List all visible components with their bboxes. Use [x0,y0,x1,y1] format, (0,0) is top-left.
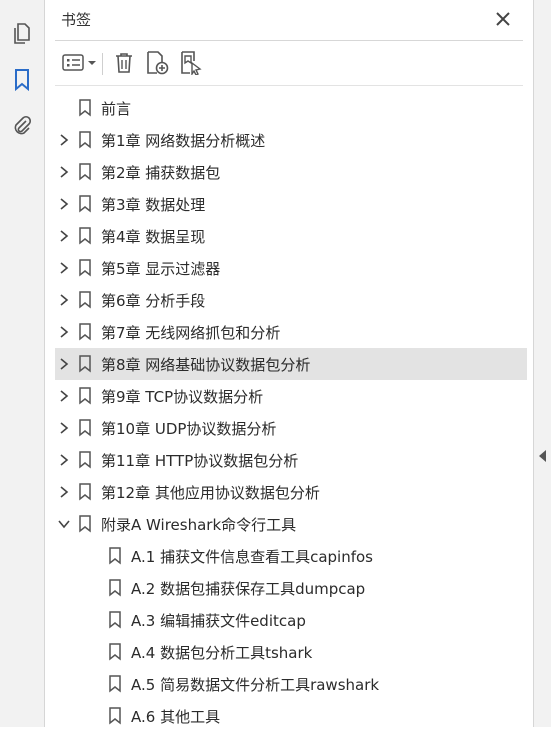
bookmark-label: 第7章 无线网络抓包和分析 [101,324,281,342]
bookmark-item[interactable]: 附录A Wireshark命令行工具 [45,508,533,540]
bookmark-icon [79,419,91,437]
bookmark-item[interactable]: 第10章 UDP协议数据分析 [45,412,533,444]
panel-title: 书签 [61,11,92,29]
bookmark-item[interactable]: 第1章 网络数据分析概述 [45,124,533,156]
bookmark-icon [79,259,91,277]
bookmark-item[interactable]: 第9章 TCP协议数据分析 [45,380,533,412]
bookmark-label: 第5章 显示过滤器 [101,260,221,278]
bookmark-icon [79,387,91,405]
bookmark-label: 第11章 HTTP协议数据包分析 [101,452,299,470]
bookmark-icon [109,675,121,693]
pages-icon[interactable] [8,20,36,48]
navigation-rail [0,0,45,727]
bookmark-item[interactable]: A.5 简易数据文件分析工具rawshark [45,668,533,700]
bookmark-label: A.5 简易数据文件分析工具rawshark [131,676,380,694]
attachments-icon[interactable] [8,112,36,140]
delete-bookmark-icon[interactable] [111,50,137,76]
bookmarks-toolbar [55,40,523,86]
chevron-right-icon[interactable] [57,293,71,307]
bookmark-label: A.2 数据包捕获保存工具dumpcap [131,580,366,598]
bookmark-icon [79,195,91,213]
bookmark-label: 第6章 分析手段 [101,292,206,310]
bookmark-label: 第9章 TCP协议数据分析 [101,388,264,406]
bookmark-item[interactable]: A.1 捕获文件信息查看工具capinfos [45,540,533,572]
bookmark-icon [79,291,91,309]
new-bookmark-icon[interactable] [143,50,171,76]
bookmark-icon [109,643,121,661]
bookmark-label: 第3章 数据处理 [101,196,206,214]
bookmark-item[interactable]: 第11章 HTTP协议数据包分析 [45,444,533,476]
chevron-right-icon[interactable] [57,325,71,339]
bookmark-label: 第4章 数据呈现 [101,228,206,246]
bookmark-icon [79,451,91,469]
bookmark-icon [109,707,121,725]
chevron-right-icon[interactable] [57,197,71,211]
right-pane-splitter[interactable] [533,0,551,727]
bookmarks-panel: 书签 前言 第1章 网络数据分析概述 第2章 捕获数据包 第3章 数据处理 第4… [45,0,533,727]
bookmark-label: 第12章 其他应用协议数据包分析 [101,484,320,502]
bookmark-icon [79,163,91,181]
chevron-right-icon[interactable] [57,357,71,371]
chevron-down-icon[interactable] [57,517,71,531]
bookmark-icon [79,323,91,341]
bookmark-item[interactable]: A.6 其他工具 [45,700,533,732]
bookmark-item[interactable]: 第8章 网络基础协议数据包分析 [45,348,533,380]
bookmark-item[interactable]: 第4章 数据呈现 [45,220,533,252]
bookmark-icon [109,579,121,597]
bookmark-label: 附录A Wireshark命令行工具 [101,516,297,534]
bookmark-item[interactable]: A.2 数据包捕获保存工具dumpcap [45,572,533,604]
bookmark-item[interactable]: A.4 数据包分析工具tshark [45,636,533,668]
options-menu-icon[interactable] [61,50,99,76]
bookmark-item[interactable]: 前言 [45,92,533,124]
bookmarks-icon[interactable] [8,66,36,94]
bookmark-label: 第2章 捕获数据包 [101,164,221,182]
bookmark-icon [79,355,91,373]
bookmark-icon [79,515,91,533]
chevron-right-icon[interactable] [57,229,71,243]
bookmark-item[interactable]: 第5章 显示过滤器 [45,252,533,284]
chevron-right-icon[interactable] [57,453,71,467]
bookmark-icon [109,547,121,565]
chevron-right-icon[interactable] [57,485,71,499]
bookmark-label: A.6 其他工具 [131,708,221,726]
bookmark-item[interactable]: 第6章 分析手段 [45,284,533,316]
bookmark-label: A.1 捕获文件信息查看工具capinfos [131,548,373,566]
bookmark-label: A.3 编辑捕获文件editcap [131,612,306,630]
toolbar-separator [102,53,103,75]
bookmark-item[interactable]: A.3 编辑捕获文件editcap [45,604,533,636]
bookmark-icon [79,131,91,149]
close-icon[interactable] [493,9,513,29]
bookmark-icon [109,611,121,629]
bookmark-label: 第10章 UDP协议数据分析 [101,420,277,438]
bookmark-label: 第1章 网络数据分析概述 [101,132,266,150]
bookmark-label: A.4 数据包分析工具tshark [131,644,313,662]
collapse-arrow-icon[interactable] [539,450,547,462]
chevron-right-icon[interactable] [57,165,71,179]
chevron-right-icon[interactable] [57,421,71,435]
chevron-right-icon[interactable] [57,133,71,147]
bookmark-icon [79,227,91,245]
bookmark-item[interactable]: 第3章 数据处理 [45,188,533,220]
bookmark-label: 前言 [101,100,132,118]
bookmark-item[interactable]: 第7章 无线网络抓包和分析 [45,316,533,348]
chevron-right-icon[interactable] [57,389,71,403]
bookmark-icon [79,99,91,117]
bookmark-item[interactable]: 第12章 其他应用协议数据包分析 [45,476,533,508]
bookmark-icon [79,483,91,501]
find-current-bookmark-icon[interactable] [177,50,205,76]
bookmark-tree: 前言 第1章 网络数据分析概述 第2章 捕获数据包 第3章 数据处理 第4章 数据呈现第… [45,92,533,732]
bookmark-item[interactable]: 第2章 捕获数据包 [45,156,533,188]
bookmark-label: 第8章 网络基础协议数据包分析 [101,356,311,374]
chevron-right-icon[interactable] [57,261,71,275]
